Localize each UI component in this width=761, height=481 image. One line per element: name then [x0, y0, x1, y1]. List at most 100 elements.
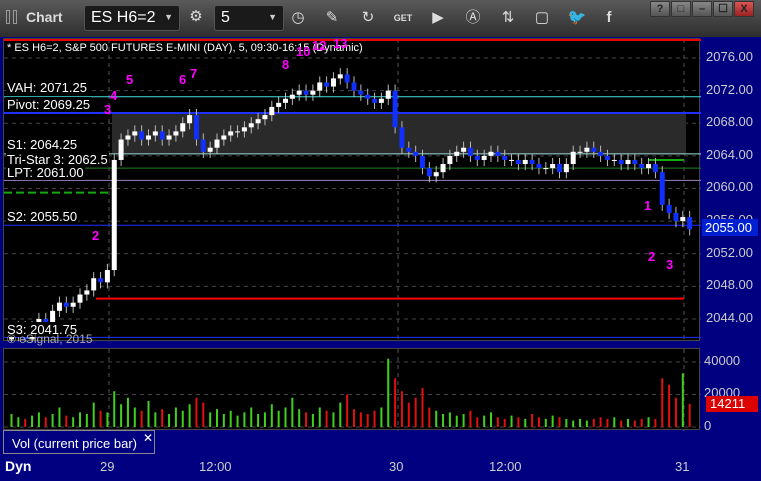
volume-bar	[448, 412, 451, 427]
candle	[598, 151, 604, 156]
volume-bar	[373, 410, 376, 427]
volume-current-tag: 14211	[706, 396, 758, 412]
time-label: 12:00	[199, 459, 232, 474]
candle	[365, 94, 371, 99]
candle	[673, 212, 679, 222]
candle	[611, 159, 617, 161]
alert-icon[interactable]: Ⓐ	[462, 7, 484, 29]
twitter-icon[interactable]: 🐦	[566, 7, 588, 29]
candle	[385, 90, 391, 99]
candle	[467, 147, 473, 156]
price-tick: 2048.00	[706, 277, 753, 293]
facebook-icon[interactable]: f	[598, 7, 620, 29]
volume-bar	[202, 402, 205, 427]
volume-bar	[31, 415, 34, 427]
volume-bar	[359, 412, 362, 427]
volume-bar	[168, 414, 171, 427]
app-title: Chart	[26, 9, 63, 25]
get-icon[interactable]: GET	[392, 7, 414, 29]
volume-bar	[311, 414, 314, 427]
candle	[118, 139, 124, 160]
dynamic-mode-label[interactable]: Dyn	[5, 458, 31, 474]
volume-bar	[174, 407, 177, 427]
candle	[146, 135, 151, 140]
volume-bar	[263, 412, 266, 427]
candle	[159, 131, 165, 140]
candle	[276, 102, 282, 107]
play-icon[interactable]: ▶	[427, 7, 449, 29]
symbol-select[interactable]: ES H6=2 ▼	[84, 5, 180, 31]
comment-icon[interactable]: ▢	[531, 7, 553, 29]
candle	[111, 159, 117, 271]
volume-bar	[58, 407, 61, 427]
volume-bar	[37, 412, 40, 427]
annotation: 12	[312, 38, 327, 53]
candle	[502, 155, 508, 160]
volume-bar	[209, 412, 212, 427]
refresh-icon[interactable]: ↻	[357, 7, 379, 29]
volume-bar	[291, 397, 294, 427]
close-button[interactable]: X	[734, 1, 754, 17]
volume-bar	[661, 378, 664, 427]
candle	[56, 302, 62, 311]
minimize-button[interactable]: –	[692, 1, 712, 17]
chevron-down-icon: ▼	[164, 12, 173, 22]
clock-icon[interactable]: ◷	[287, 7, 309, 29]
grip-icon[interactable]	[13, 10, 17, 24]
settings-gear-icon[interactable]: ⚙	[185, 6, 207, 28]
copyright: © eSignal, 2015	[7, 332, 93, 346]
candle	[125, 135, 131, 140]
volume-chart[interactable]	[3, 348, 701, 431]
volume-bar	[284, 407, 287, 427]
level-label-pivot: Pivot: 2069.25	[6, 97, 92, 112]
close-study-icon[interactable]: ✕	[143, 431, 153, 445]
volume-bar	[531, 414, 534, 427]
candle	[550, 164, 556, 169]
candle	[447, 155, 453, 165]
candle	[132, 131, 138, 136]
volume-bar	[599, 417, 602, 427]
annotation: 3	[666, 257, 674, 272]
candle	[324, 82, 330, 87]
grip-icon[interactable]	[6, 10, 10, 24]
volume-bar	[126, 397, 129, 427]
candle	[262, 115, 268, 120]
volume-bar	[688, 403, 691, 427]
volume-bar	[229, 410, 232, 427]
maximize-button[interactable]: ☐	[713, 1, 733, 17]
level-label-s1: S1: 2064.25	[6, 137, 79, 152]
volume-bar	[469, 410, 472, 427]
candle	[283, 98, 288, 103]
candle	[659, 172, 665, 205]
candle	[543, 168, 549, 170]
dock-button[interactable]: □	[671, 1, 691, 17]
volume-bar	[161, 409, 164, 427]
price-tick: 2060.00	[706, 179, 753, 195]
volume-bar	[188, 404, 191, 427]
volume-bar	[400, 391, 403, 427]
volume-bar	[92, 402, 95, 427]
volume-bar	[257, 414, 260, 427]
help-button[interactable]: ?	[650, 1, 670, 17]
price-tick: 2064.00	[706, 146, 753, 162]
candle	[104, 270, 110, 283]
interval-select[interactable]: 5 ▼	[214, 5, 284, 31]
candle	[214, 139, 220, 148]
price-chart[interactable]	[3, 38, 701, 342]
volume-bar	[44, 417, 47, 427]
current-price-tag: 2055.00	[702, 219, 758, 236]
volume-bar	[10, 414, 13, 427]
volume-bar	[414, 397, 417, 427]
pencil-icon[interactable]: ✎	[321, 7, 343, 29]
volume-bar	[154, 412, 157, 427]
link-icon[interactable]: ⇅	[497, 7, 519, 29]
annotation: 3	[104, 102, 112, 117]
volume-bar	[99, 410, 102, 427]
candle	[351, 82, 357, 91]
volume-bar	[366, 414, 369, 427]
candle	[173, 131, 179, 136]
candle	[337, 74, 343, 79]
candle	[248, 123, 254, 128]
volume-bar	[647, 417, 650, 427]
candle	[433, 172, 439, 177]
